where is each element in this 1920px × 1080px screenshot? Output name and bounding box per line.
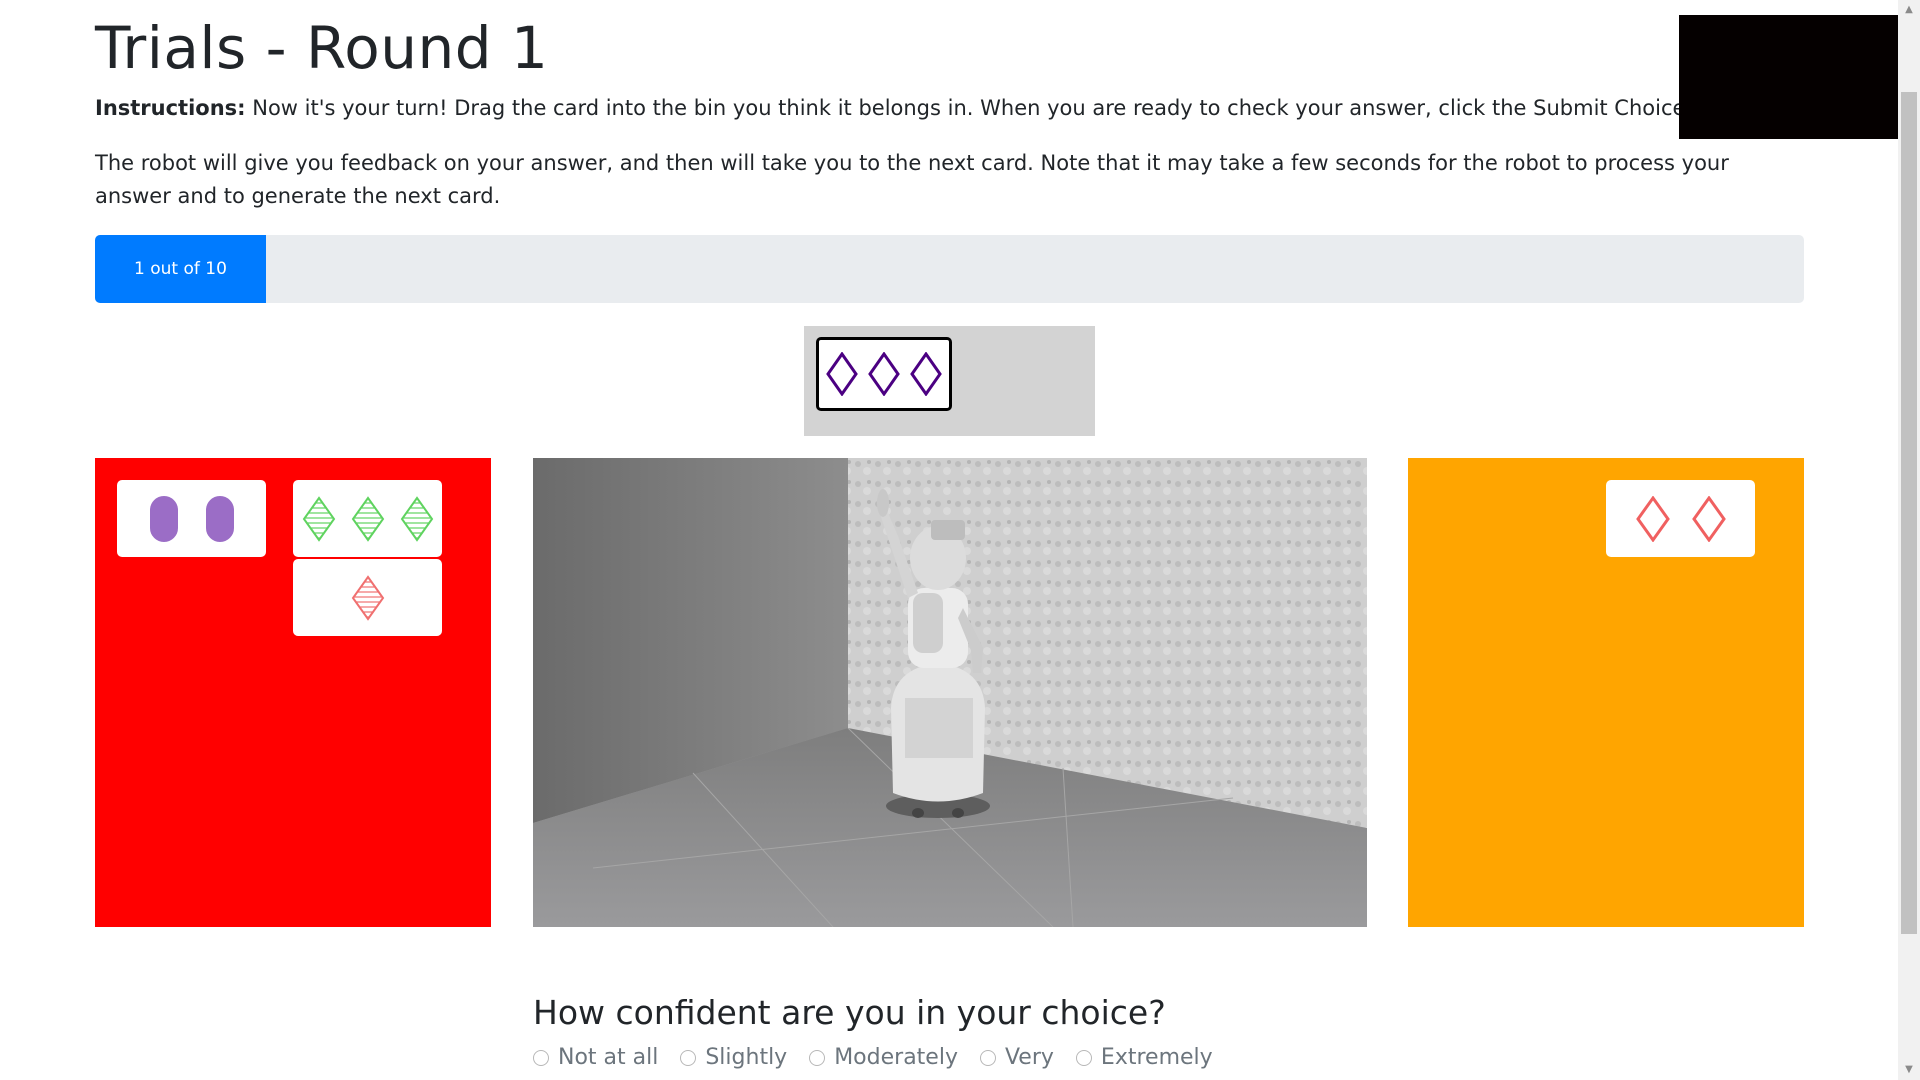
diamond-icon	[351, 574, 384, 621]
diamond-group	[351, 574, 384, 621]
oval-icon	[149, 495, 178, 542]
diamond-icon	[351, 495, 384, 542]
progress-bar: 1 out of 10	[95, 235, 1804, 303]
confidence-option-slightly[interactable]: Slightly	[680, 1045, 787, 1070]
instructions: Instructions: Now it's your turn! Drag t…	[95, 92, 1775, 125]
instructions-text: Now it's your turn! Drag the card into t…	[245, 96, 1769, 120]
radio-icon[interactable]	[1075, 1049, 1092, 1066]
radio-icon[interactable]	[680, 1049, 697, 1066]
option-label: Extremely	[1100, 1045, 1213, 1070]
diamond-icon	[826, 352, 858, 396]
diamond-icon	[1691, 495, 1726, 542]
diamond-icon	[302, 495, 335, 542]
diamond-group	[302, 495, 433, 542]
bin-card[interactable]	[293, 480, 442, 557]
feedback-text: The robot will give you feedback on your…	[95, 151, 1729, 208]
page-title: Trials - Round 1	[95, 14, 549, 82]
radio-icon[interactable]	[533, 1049, 549, 1066]
confidence-option-not-at-all[interactable]: Not at all	[533, 1045, 658, 1070]
radio-icon[interactable]	[809, 1049, 826, 1066]
robot-scene	[533, 458, 1367, 927]
scroll-down-icon[interactable]: ▼	[1903, 1064, 1915, 1076]
bin-card[interactable]	[293, 559, 442, 636]
option-label: Not at all	[558, 1045, 659, 1070]
diamond-icon	[1635, 495, 1670, 542]
bin-left[interactable]	[95, 458, 491, 927]
confidence-option-moderately[interactable]: Moderately	[809, 1045, 958, 1070]
bin-card[interactable]	[117, 480, 266, 557]
option-label: Moderately	[834, 1045, 958, 1070]
diamond-group	[826, 352, 942, 396]
diamond-icon	[400, 495, 433, 542]
confidence-option-very[interactable]: Very	[979, 1045, 1054, 1070]
scroll-up-icon[interactable]: ▲	[1903, 4, 1915, 16]
confidence-question: How confident are you in your choice?	[533, 993, 1166, 1032]
option-label: Slightly	[705, 1045, 788, 1070]
progress-fill: 1 out of 10	[95, 235, 266, 303]
bin-card[interactable]	[1606, 480, 1755, 557]
confidence-options: Not at all Slightly Moderately Very Extr…	[533, 1045, 1235, 1070]
diamond-group	[1635, 495, 1726, 542]
confidence-option-extremely[interactable]: Extremely	[1075, 1045, 1213, 1070]
radio-icon[interactable]	[979, 1049, 996, 1066]
current-card[interactable]	[816, 337, 952, 411]
oval-icon	[205, 495, 234, 542]
diamond-icon	[868, 352, 900, 396]
oval-group	[149, 495, 234, 542]
robot-view	[533, 458, 1367, 927]
scrollbar-thumb[interactable]	[1901, 92, 1917, 934]
diamond-icon	[910, 352, 942, 396]
instructions-label: Instructions:	[95, 96, 246, 120]
bin-right[interactable]	[1408, 458, 1804, 927]
video-overlay	[1679, 15, 1899, 139]
option-label: Very	[1004, 1045, 1054, 1070]
